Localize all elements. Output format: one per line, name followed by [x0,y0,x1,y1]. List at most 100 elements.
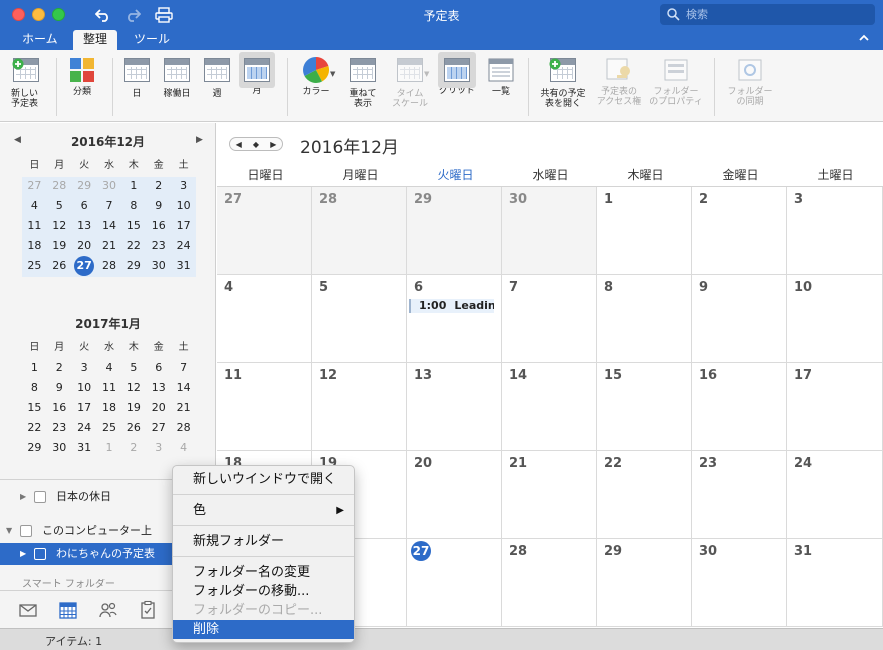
mini-day-cell[interactable]: 20 [146,398,171,418]
day-cell[interactable]: 31 [787,539,883,627]
tab-organize[interactable]: 整理 [73,30,118,50]
mini-day-cell[interactable]: 9 [47,378,72,398]
mini-day-cell[interactable]: 12 [121,378,146,398]
day-cell[interactable]: 8 [597,275,692,363]
mini-day-cell[interactable]: 16 [47,398,72,418]
mini-day-cell[interactable]: 13 [72,216,97,236]
mini-day-cell[interactable]: 23 [146,236,171,256]
folder-checkbox[interactable] [34,491,46,503]
mini-day-cell[interactable]: 11 [97,378,122,398]
mini-day-cell[interactable]: 2 [47,358,72,378]
day-cell[interactable]: 1 [597,187,692,275]
day-cell[interactable]: 21 [502,451,597,539]
mini-day-cell[interactable]: 2 [121,438,146,458]
mini-day-cell[interactable]: 23 [47,418,72,438]
mini-day-cell[interactable]: 5 [121,358,146,378]
next-month-icon[interactable]: ▶ [270,140,276,149]
folder-checkbox[interactable] [34,548,46,560]
mini-day-cell[interactable]: 10 [72,378,97,398]
mini-day-cell[interactable]: 27 [72,256,97,276]
day-cell[interactable]: 27 [407,539,502,627]
mini-day-cell[interactable]: 16 [146,216,171,236]
mini-day-cell[interactable]: 1 [97,438,122,458]
tasks-icon[interactable] [138,600,158,620]
day-view-button[interactable]: 日 [120,56,154,99]
overlay-button[interactable]: 重ねて 表示 [342,56,384,109]
timescale-dropdown-icon[interactable]: ▼ [424,70,429,78]
mini-day-cell[interactable]: 19 [47,236,72,256]
calendar-nav-control[interactable]: ◀ ◆ ▶ [229,137,283,151]
mini-next-month-icon[interactable]: ▶ [196,135,203,145]
mini-day-cell[interactable]: 3 [146,438,171,458]
day-cell[interactable]: 14 [502,363,597,451]
mini-day-cell[interactable]: 31 [72,438,97,458]
mini-day-cell[interactable]: 24 [171,236,196,256]
mini-day-cell[interactable]: 17 [171,216,196,236]
mini-day-cell[interactable]: 29 [72,176,97,196]
mini-day-cell[interactable]: 2 [146,176,171,196]
day-cell[interactable]: 24 [787,451,883,539]
calendar-event[interactable]: 1:00 Leadin [409,299,494,313]
day-cell[interactable]: 22 [597,451,692,539]
search-input[interactable]: 検索 [660,4,875,25]
mini-day-cell[interactable]: 31 [171,256,196,276]
day-cell[interactable]: 6 1:00 Leadin [407,275,502,363]
menu-copy-folder[interactable]: フォルダーのコピー... [173,601,354,620]
mini-day-cell[interactable]: 3 [72,358,97,378]
menu-delete[interactable]: 削除 [173,620,354,639]
mini-day-cell[interactable]: 26 [121,418,146,438]
calendar-icon[interactable] [58,600,78,620]
day-cell[interactable]: 10 [787,275,883,363]
previous-month-icon[interactable]: ◀ [236,140,242,149]
mini-day-cell[interactable]: 1 [22,358,47,378]
mini-day-cell[interactable]: 11 [22,216,47,236]
mini-day-cell[interactable]: 14 [171,378,196,398]
day-cell[interactable]: 27 [217,187,312,275]
day-cell[interactable]: 9 [692,275,787,363]
mini-day-cell[interactable]: 26 [47,256,72,276]
new-calendar-button[interactable]: 新しい 予定表 [6,56,46,109]
mini-day-cell[interactable]: 21 [171,398,196,418]
mini-day-cell[interactable]: 10 [171,196,196,216]
menu-rename-folder[interactable]: フォルダー名の変更 [173,563,354,582]
day-cell[interactable]: 23 [692,451,787,539]
today-diamond-icon[interactable]: ◆ [253,140,259,149]
day-cell[interactable]: 30 [692,539,787,627]
mini-day-cell[interactable]: 4 [97,358,122,378]
day-cell[interactable]: 30 [502,187,597,275]
mail-icon[interactable] [18,600,38,620]
mini-day-cell[interactable]: 19 [121,398,146,418]
mini-day-cell[interactable]: 6 [72,196,97,216]
color-dropdown-icon[interactable]: ▼ [330,70,335,78]
collapse-arrow-icon[interactable]: ▼ [6,520,12,542]
day-cell[interactable]: 13 [407,363,502,451]
mini-day-cell[interactable]: 7 [97,196,122,216]
mini-day-cell[interactable]: 28 [47,176,72,196]
tab-home[interactable]: ホーム [12,30,68,50]
day-cell[interactable]: 15 [597,363,692,451]
mini-day-cell[interactable]: 30 [146,256,171,276]
expand-arrow-icon[interactable]: ▶ [20,543,26,565]
grid-view-button[interactable]: グリッド [436,52,478,96]
day-cell[interactable]: 29 [407,187,502,275]
mini-day-cell[interactable]: 7 [171,358,196,378]
mini-day-cell[interactable]: 1 [121,176,146,196]
day-cell[interactable]: 28 [312,187,407,275]
day-cell[interactable]: 29 [597,539,692,627]
day-cell[interactable]: 5 [312,275,407,363]
day-cell[interactable]: 12 [312,363,407,451]
list-view-button[interactable]: 一覧 [484,56,518,97]
people-icon[interactable] [98,600,118,620]
mini-day-cell[interactable]: 3 [171,176,196,196]
mini-day-cell[interactable]: 27 [146,418,171,438]
mini-day-cell[interactable]: 28 [97,256,122,276]
open-shared-calendar-button[interactable]: 共有の予定 表を開く [534,56,592,109]
mini-day-cell[interactable]: 24 [72,418,97,438]
mini-day-cell[interactable]: 4 [171,438,196,458]
month-view-button[interactable]: 月 [238,52,276,96]
mini-day-cell[interactable]: 9 [146,196,171,216]
mini-day-cell[interactable]: 29 [121,256,146,276]
mini-day-cell[interactable]: 8 [121,196,146,216]
day-cell[interactable]: 4 [217,275,312,363]
timescale-button[interactable]: タイム スケール [388,56,432,109]
